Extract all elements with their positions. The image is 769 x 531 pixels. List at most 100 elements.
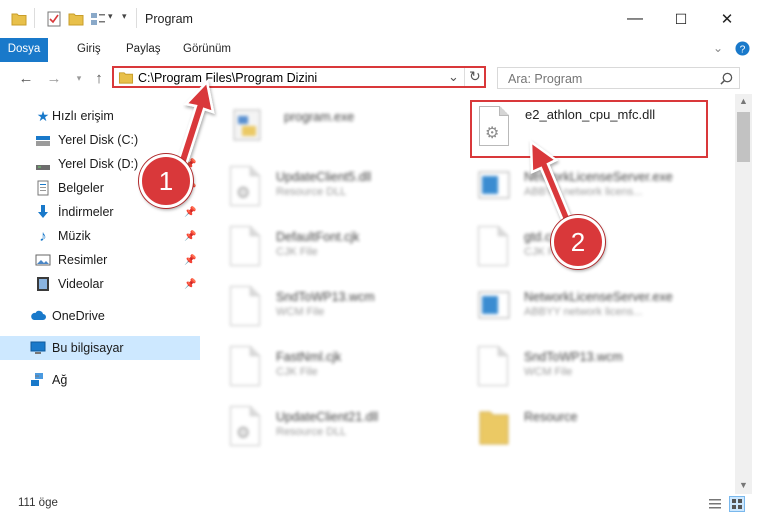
download-icon xyxy=(38,205,48,218)
nav-item-onedrive[interactable]: OneDrive xyxy=(0,304,200,328)
refresh-icon[interactable]: ↻ xyxy=(469,68,481,85)
file-name: SndToWP13.wcm xyxy=(524,350,623,364)
file-item[interactable]: NetworkLicenseServer.exe ABBYY network l… xyxy=(478,166,708,226)
file-item[interactable]: SndToWP13.wcm WCM File xyxy=(478,346,708,406)
cloud-icon xyxy=(31,310,46,320)
view-options-icon[interactable] xyxy=(90,11,106,27)
search-input[interactable] xyxy=(506,71,710,87)
maximize-button[interactable]: ☐ xyxy=(658,0,704,38)
customize-toolbar-icon[interactable]: ▾ xyxy=(122,11,127,22)
forward-arrow-icon[interactable]: → xyxy=(44,68,64,88)
file-name: NetworkLicenseServer.exe xyxy=(524,170,673,184)
address-path[interactable]: C:\Program Files\Program Dizini xyxy=(138,71,317,85)
properties-icon[interactable] xyxy=(46,11,62,27)
exe-icon xyxy=(478,291,510,319)
doc-icon xyxy=(230,346,260,386)
chevron-down-icon[interactable]: ▾ xyxy=(108,11,113,22)
exe-icon xyxy=(478,171,510,199)
nav-item-label: Resimler xyxy=(58,253,108,267)
close-button[interactable]: ✕ xyxy=(704,0,750,38)
gear-icon: ⚙ xyxy=(236,425,251,442)
nav-item-quick-access[interactable]: ★ Hızlı erişim xyxy=(0,104,200,128)
file-item[interactable]: ⚙ UpdateClient5.dll Resource DLL xyxy=(230,166,450,226)
nav-item-disk-c[interactable]: Yerel Disk (C:) 📌 xyxy=(0,128,200,152)
file-item[interactable]: DefaultFont.cjk CJK File xyxy=(230,226,450,286)
address-dropdown-icon[interactable]: ⌄ xyxy=(448,69,459,85)
svg-text:?: ? xyxy=(740,44,746,55)
navigation-bar: ← → ▾ ↑ C:\Program Files\Program Dizini … xyxy=(0,62,769,94)
details-view-icon[interactable] xyxy=(708,497,722,511)
network-icon xyxy=(31,373,43,386)
nav-item-label: Hızlı erişim xyxy=(52,109,114,123)
nav-item-label: Bu bilgisayar xyxy=(52,341,124,355)
recent-locations-icon[interactable]: ▾ xyxy=(69,68,89,88)
nav-item-label: Ağ xyxy=(52,373,68,387)
tiles-view-icon[interactable] xyxy=(729,496,745,512)
file-name: DefaultFont.cjk xyxy=(276,230,360,244)
vertical-scrollbar[interactable]: ▲ ▼ xyxy=(735,94,752,494)
nav-item-label: Müzik xyxy=(58,229,91,243)
pin-icon[interactable]: 📌 xyxy=(184,207,196,218)
search-box[interactable] xyxy=(497,67,740,89)
scroll-thumb[interactable] xyxy=(737,112,750,162)
file-type: CJK File xyxy=(276,366,318,378)
file-name: SndToWP13.wcm xyxy=(276,290,375,304)
doc-icon xyxy=(478,226,508,266)
tab-home[interactable]: Giriş xyxy=(77,38,101,62)
expand-ribbon-icon[interactable]: ⌄ xyxy=(713,41,723,55)
nav-item-network[interactable]: Ağ xyxy=(0,368,200,392)
nav-item-label: Yerel Disk (D:) xyxy=(58,157,139,171)
pin-icon[interactable]: 📌 xyxy=(184,231,196,242)
file-item[interactable]: Resource xyxy=(478,406,708,466)
dll-icon: ⚙ xyxy=(230,166,260,206)
back-arrow-icon[interactable]: ← xyxy=(16,68,36,88)
pictures-icon xyxy=(35,254,51,266)
step-1-badge: 1 xyxy=(139,154,193,208)
gear-icon: ⚙ xyxy=(236,185,251,202)
file-item[interactable]: ⚙ UpdateClient21.dll Resource DLL xyxy=(230,406,450,466)
file-type: CJK File xyxy=(276,246,318,258)
file-item[interactable]: FastNml.cjk CJK File xyxy=(230,346,450,406)
file-type: Resource DLL xyxy=(276,186,347,198)
scroll-down-icon[interactable]: ▼ xyxy=(739,480,748,490)
tab-share[interactable]: Paylaş xyxy=(126,38,161,62)
file-name: UpdateClient21.dll xyxy=(276,410,379,424)
help-icon[interactable]: ? xyxy=(735,41,750,56)
nav-item-videos[interactable]: Videolar 📌 xyxy=(0,272,200,296)
file-type: WCM File xyxy=(276,306,325,318)
tab-view[interactable]: Görünüm xyxy=(183,38,231,62)
minimize-button[interactable]: — xyxy=(612,0,658,38)
highlight-box xyxy=(470,100,708,158)
file-item[interactable]: program.exe xyxy=(232,106,452,166)
nav-item-this-pc[interactable]: Bu bilgisayar xyxy=(0,336,200,360)
search-icon[interactable] xyxy=(720,72,733,85)
music-icon: ♪ xyxy=(39,227,47,245)
pin-icon[interactable]: 📌 xyxy=(184,135,196,146)
file-item[interactable]: SndToWP13.wcm WCM File xyxy=(230,286,450,346)
up-arrow-icon[interactable]: ↑ xyxy=(89,68,109,88)
drive-icon xyxy=(36,136,50,146)
divider xyxy=(136,8,137,28)
pin-icon[interactable]: 📌 xyxy=(184,279,196,290)
file-name: UpdateClient5.dll xyxy=(276,170,372,184)
divider xyxy=(34,8,35,28)
doc-icon xyxy=(230,286,260,326)
address-bar[interactable]: C:\Program Files\Program Dizini ⌄ ↻ xyxy=(112,66,486,88)
file-item[interactable]: NetworkLicenseServer.exe ABBYY network l… xyxy=(478,286,708,346)
step-2-badge: 2 xyxy=(551,215,605,269)
nav-item-music[interactable]: ♪ Müzik 📌 xyxy=(0,224,200,248)
scroll-up-icon[interactable]: ▲ xyxy=(739,96,748,106)
file-name: NetworkLicenseServer.exe xyxy=(524,290,673,304)
drive-icon xyxy=(36,165,50,170)
new-folder-icon[interactable] xyxy=(68,11,84,27)
window-title: Program xyxy=(145,12,193,26)
folder-icon xyxy=(479,411,509,445)
nav-item-pictures[interactable]: Resimler 📌 xyxy=(0,248,200,272)
pin-icon[interactable]: 📌 xyxy=(184,255,196,266)
tab-file[interactable]: Dosya xyxy=(0,38,48,62)
nav-item-label: Videolar xyxy=(58,277,104,291)
nav-item-label: Belgeler xyxy=(58,181,104,195)
nav-item-label: İndirmeler xyxy=(58,205,114,219)
file-name: program.exe xyxy=(284,110,355,124)
computer-icon xyxy=(30,341,46,354)
